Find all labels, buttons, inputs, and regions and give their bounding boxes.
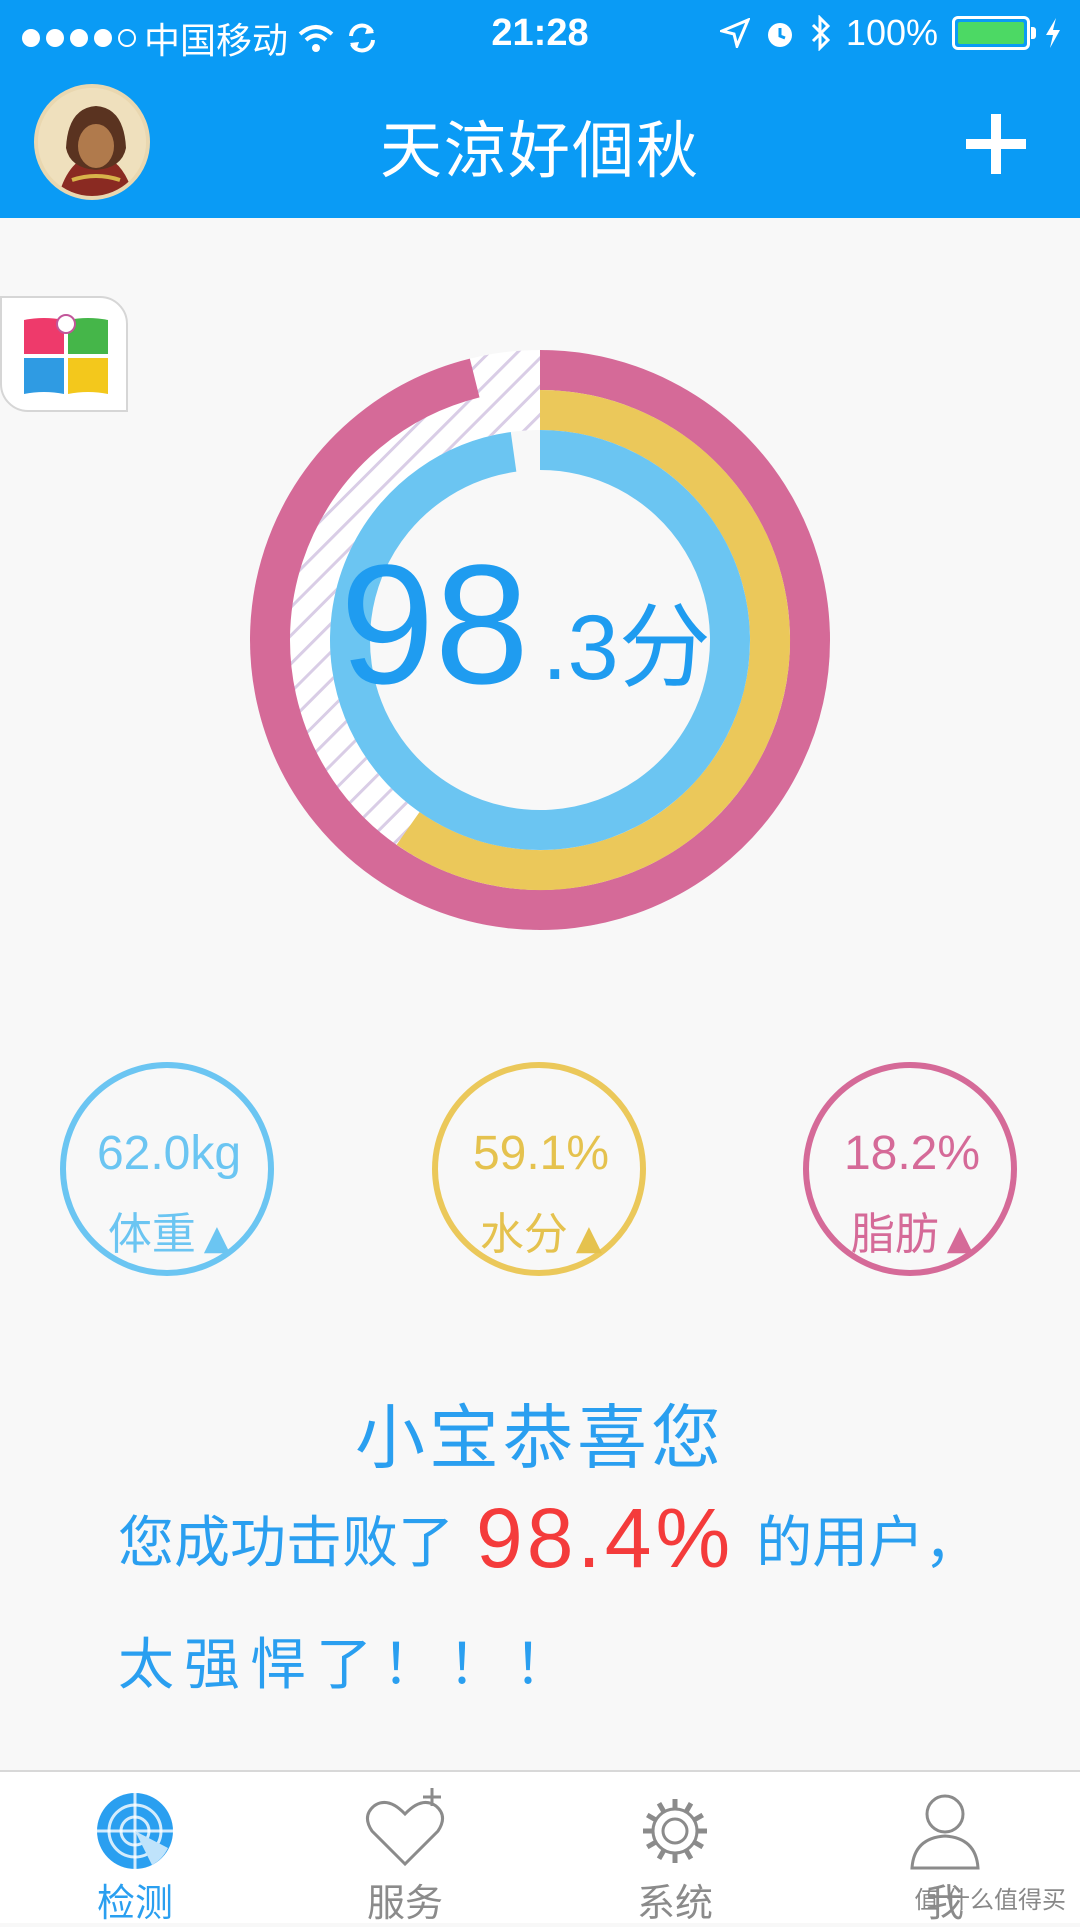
arrow-up-icon: ▲ [575,1218,603,1258]
gear-tooth [692,1839,704,1850]
score-display: 98 .3分 [320,540,760,740]
rank-prefix: 您成功击败了 [118,1511,454,1576]
gear-tooth [656,1802,667,1814]
arrow-up-icon: ▲ [946,1218,974,1258]
app-launcher-button[interactable] [0,296,128,412]
weight-value: 62.0kg [96,1127,242,1180]
radar-icon [97,1793,173,1869]
heart-plus-icon [366,1788,444,1867]
water-value: 59.1% [472,1127,610,1180]
tab-detect[interactable]: 检测 [0,1772,270,1925]
bluetooth-icon [811,15,831,51]
add-icon[interactable] [956,104,1036,184]
weight-label: 体重 [107,1209,196,1260]
gear-tooth [646,1812,658,1823]
weight-metric[interactable]: 62.0kg 体重 ▲ [54,1058,284,1288]
fat-label: 脂肪 [850,1209,939,1260]
fat-value: 18.2% [843,1127,981,1180]
fat-metric[interactable]: 18.2% 脂肪 ▲ [797,1058,1027,1288]
arrow-up-icon: ▲ [203,1218,231,1258]
tab-label: 服务 [366,1881,443,1925]
status-right: 100% [719,12,1062,54]
gear-tooth [692,1812,704,1823]
water-metric[interactable]: 59.1% 水分 ▲ [426,1058,656,1288]
gear-tooth [683,1848,694,1860]
charging-icon [1046,18,1060,48]
congrats-title: 小宝恭喜您 [355,1397,725,1479]
praise-text: 太强悍了！！！ [118,1633,580,1698]
page-title: 天涼好個秋 [379,114,700,187]
tab-label: 检测 [96,1881,173,1925]
battery-icon [952,16,1036,50]
rank-message: 您成功击败了 98.4% 的用户， [118,1490,980,1587]
alarm-icon [767,23,792,47]
gear-tooth [646,1839,658,1850]
location-icon [719,18,750,48]
battery-percent: 100% [845,12,938,53]
tab-service[interactable]: 服务 [270,1772,540,1925]
watermark: 值 什么值得买 [914,1886,1066,1914]
tab-label: 系统 [636,1881,713,1925]
score-integer: 98 [340,530,530,720]
gear-tooth [683,1802,694,1814]
water-label: 水分 [479,1209,568,1260]
rank-percent: 98.4% [476,1491,735,1585]
windows-tiles-icon [24,314,108,394]
rank-suffix: 的用户， [756,1511,981,1576]
status-bar: 中国移动 21:28 100% [0,0,1080,76]
gear-icon [643,1799,707,1863]
score-decimal: .3分 [542,597,711,699]
tab-system[interactable]: 系统 [540,1772,810,1925]
person-icon [910,1794,980,1870]
gear-tooth [656,1848,667,1860]
